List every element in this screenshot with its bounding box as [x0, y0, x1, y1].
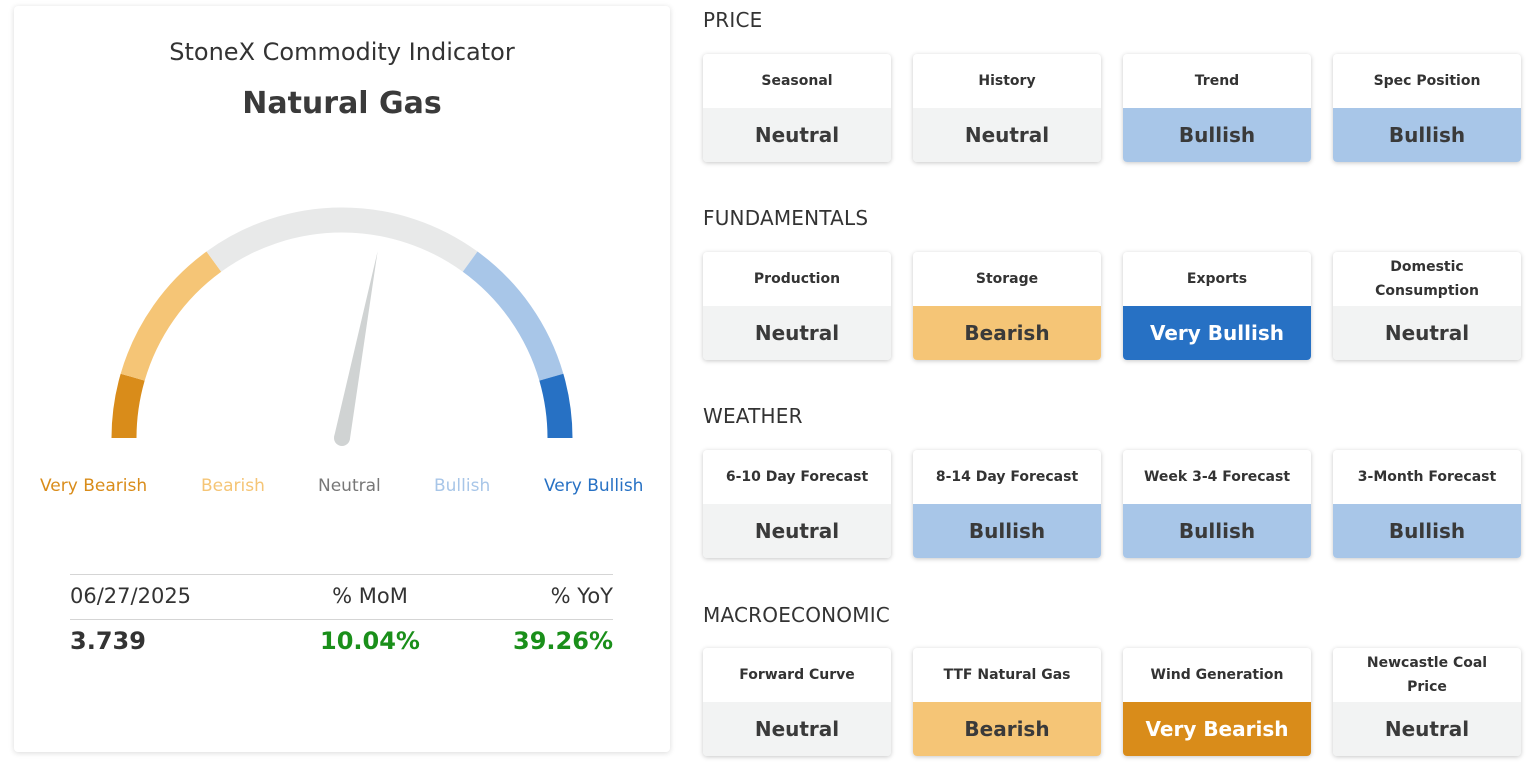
card-value: Neutral — [703, 108, 891, 162]
card-exports[interactable]: Exports Very Bullish — [1123, 252, 1311, 360]
stats-yoy-label: % YoY — [550, 584, 613, 608]
gauge-label-bullish: Bullish — [434, 476, 491, 496]
card-8-14-day-forecast[interactable]: 8-14 Day Forecast Bullish — [913, 450, 1101, 558]
card-week-3-4-forecast[interactable]: Week 3-4 Forecast Bullish — [1123, 450, 1311, 558]
card-production[interactable]: Production Neutral — [703, 252, 891, 360]
card-trend[interactable]: Trend Bullish — [1123, 54, 1311, 162]
gauge-label-very-bullish: Very Bullish — [544, 476, 644, 496]
card-value: Neutral — [913, 108, 1101, 162]
section-title-macroeconomic: MACROECONOMIC — [703, 603, 890, 627]
card-value: Bearish — [913, 306, 1101, 360]
stats-value-row: 3.739 10.04% 39.26% — [70, 619, 613, 664]
gauge-legend: Very Bearish Bearish Neutral Bullish Ver… — [14, 476, 670, 506]
card-label: 6-10 Day Forecast — [725, 469, 869, 485]
stats-yoy-value: 39.26% — [513, 627, 613, 655]
card-label: 3-Month Forecast — [1357, 469, 1497, 485]
card-value: Bullish — [1123, 108, 1311, 162]
price-stats-table: 06/27/2025 % MoM % YoY 3.739 10.04% 39.2… — [70, 574, 613, 664]
card-3-month-forecast[interactable]: 3-Month Forecast Bullish — [1333, 450, 1521, 558]
card-value: Bullish — [913, 504, 1101, 558]
gauge-label-bearish: Bearish — [201, 476, 265, 496]
gauge-arc-very-bullish — [539, 373, 573, 439]
card-value: Neutral — [1333, 306, 1521, 360]
card-history[interactable]: History Neutral — [913, 54, 1101, 162]
stats-header-row: 06/27/2025 % MoM % YoY — [70, 574, 613, 619]
stats-price: 3.739 — [70, 627, 146, 655]
card-label: Exports — [1186, 271, 1248, 287]
card-spec-position[interactable]: Spec Position Bullish — [1333, 54, 1521, 162]
gauge-arc-neutral — [206, 207, 478, 272]
card-value: Neutral — [703, 702, 891, 756]
card-label: 8-14 Day Forecast — [935, 469, 1079, 485]
card-value: Very Bullish — [1123, 306, 1311, 360]
card-label: Seasonal — [761, 73, 833, 89]
card-value: Bullish — [1333, 108, 1521, 162]
card-label: Week 3-4 Forecast — [1143, 469, 1291, 485]
stats-mom-label: % MoM — [332, 584, 408, 608]
card-value: Very Bearish — [1123, 702, 1311, 756]
card-label: TTF Natural Gas — [943, 667, 1071, 683]
card-6-10-day-forecast[interactable]: 6-10 Day Forecast Neutral — [703, 450, 891, 558]
card-domestic-consumption[interactable]: Domestic Consumption Neutral — [1333, 252, 1521, 360]
sentiment-gauge — [111, 207, 573, 446]
card-newcastle-coal-price[interactable]: Newcastle Coal Price Neutral — [1333, 648, 1521, 756]
stats-date: 06/27/2025 — [70, 584, 192, 608]
gauge-label-neutral: Neutral — [318, 476, 381, 496]
card-label: Forward Curve — [739, 667, 855, 683]
gauge-arc-very-bearish — [111, 373, 145, 439]
card-label: Domestic Consumption — [1375, 259, 1479, 299]
card-label: History — [978, 73, 1036, 89]
card-label: Storage — [975, 271, 1039, 287]
card-value: Neutral — [703, 504, 891, 558]
card-value: Neutral — [703, 306, 891, 360]
card-label: Spec Position — [1373, 73, 1481, 89]
card-value: Bullish — [1123, 504, 1311, 558]
gauge-hub — [334, 430, 350, 446]
indicator-panel: StoneX Commodity Indicator Natural Gas V… — [14, 6, 670, 752]
gauge-label-very-bearish: Very Bearish — [40, 476, 148, 496]
card-label: Production — [753, 271, 841, 287]
card-value: Neutral — [1333, 702, 1521, 756]
card-forward-curve[interactable]: Forward Curve Neutral — [703, 648, 891, 756]
card-label: Wind Generation — [1150, 667, 1284, 683]
card-value: Bearish — [913, 702, 1101, 756]
card-seasonal[interactable]: Seasonal Neutral — [703, 54, 891, 162]
card-storage[interactable]: Storage Bearish — [913, 252, 1101, 360]
gauge-arc-bearish — [120, 251, 222, 381]
section-title-weather: WEATHER — [703, 404, 803, 428]
card-ttf-natural-gas[interactable]: TTF Natural Gas Bearish — [913, 648, 1101, 756]
card-wind-generation[interactable]: Wind Generation Very Bearish — [1123, 648, 1311, 756]
card-label: Trend — [1194, 73, 1240, 89]
card-label: Newcastle Coal Price — [1366, 655, 1488, 695]
gauge-needle — [334, 251, 378, 440]
gauge-arc-bullish — [462, 251, 564, 381]
section-title-price: PRICE — [703, 8, 763, 32]
section-title-fundamentals: FUNDAMENTALS — [703, 206, 869, 230]
card-value: Bullish — [1333, 504, 1521, 558]
stats-mom-value: 10.04% — [320, 627, 420, 655]
